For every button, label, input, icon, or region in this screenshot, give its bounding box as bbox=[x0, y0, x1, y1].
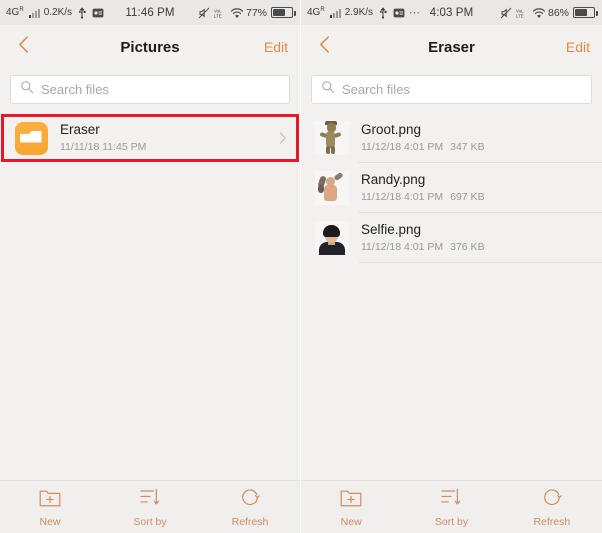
sort-by-icon bbox=[440, 487, 462, 512]
refresh-button[interactable]: Refresh bbox=[502, 487, 602, 528]
sort-by-button-label: Sort by bbox=[434, 515, 469, 528]
panel-pictures: 4G R 0.2K/s 11:46 PM VoL LTE 77% Picture… bbox=[0, 0, 301, 533]
volte-icon: VoL LTE bbox=[516, 7, 528, 19]
bottom-toolbar: New Sort by Refresh bbox=[0, 480, 300, 533]
bottom-toolbar: New Sort by Refresh bbox=[301, 480, 602, 533]
status-bar: 4G R 2.9K/s ⋯ 4:03 PM VoL LTE 86% bbox=[301, 0, 602, 25]
chevron-right-icon bbox=[274, 131, 290, 145]
svg-text:LTE: LTE bbox=[516, 13, 524, 18]
selfie-thumbnail bbox=[315, 221, 349, 255]
wifi-icon bbox=[230, 7, 244, 19]
sort-by-button-label: Sort by bbox=[133, 515, 167, 528]
panel-eraser: 4G R 2.9K/s ⋯ 4:03 PM VoL LTE 86% Eraser… bbox=[301, 0, 602, 533]
search-area: Search files bbox=[0, 69, 300, 113]
refresh-icon bbox=[239, 487, 261, 512]
status-bar-right: VoL LTE 77% bbox=[198, 0, 296, 25]
battery-icon bbox=[271, 7, 296, 18]
search-icon bbox=[20, 80, 34, 99]
file-date: 11/12/18 4:01 PM bbox=[361, 191, 444, 203]
new-button-label: New bbox=[340, 515, 362, 528]
back-button[interactable] bbox=[301, 25, 347, 69]
folder-icon bbox=[14, 121, 48, 155]
list-item-meta: Selfie.png 11/12/18 4:01 PM 376 KB bbox=[361, 222, 592, 254]
battery-icon bbox=[573, 7, 598, 18]
search-icon bbox=[321, 80, 335, 99]
list-item[interactable]: Randy.png 11/12/18 4:01 PM 697 KB bbox=[301, 163, 602, 213]
edit-button[interactable]: Edit bbox=[264, 39, 288, 55]
file-list: Groot.png 11/12/18 4:01 PM 347 KB Randy.… bbox=[301, 113, 602, 480]
row-divider bbox=[358, 262, 602, 263]
svg-text:LTE: LTE bbox=[214, 13, 222, 18]
chevron-left-icon bbox=[17, 35, 30, 59]
file-name: Randy.png bbox=[361, 172, 426, 187]
list-item-meta: Randy.png 11/12/18 4:01 PM 697 KB bbox=[361, 172, 592, 204]
file-subtitle: 11/12/18 4:01 PM 697 KB bbox=[361, 190, 592, 204]
wifi-icon bbox=[532, 7, 546, 19]
back-button[interactable] bbox=[0, 25, 46, 69]
list-item[interactable]: Eraser 11/11/18 11:45 PM bbox=[0, 113, 300, 163]
refresh-button-label: Refresh bbox=[533, 515, 571, 528]
dual-screenshot-container: 4G R 0.2K/s 11:46 PM VoL LTE 77% Picture… bbox=[0, 0, 602, 533]
mute-icon bbox=[198, 7, 210, 19]
list-item-meta: Eraser 11/11/18 11:45 PM bbox=[60, 122, 274, 154]
randy-thumbnail bbox=[315, 171, 349, 205]
new-button-label: New bbox=[39, 515, 61, 528]
search-placeholder: Search files bbox=[342, 82, 410, 97]
refresh-icon bbox=[541, 487, 563, 512]
new-button[interactable]: New bbox=[0, 487, 100, 528]
status-bar-right: VoL LTE 86% bbox=[500, 0, 598, 25]
file-size: 697 KB bbox=[450, 191, 485, 203]
nav-bar: Eraser Edit bbox=[301, 25, 602, 69]
file-size: 347 KB bbox=[450, 141, 485, 153]
battery-percent-label: 77% bbox=[245, 6, 267, 19]
groot-thumbnail bbox=[315, 121, 349, 155]
sort-by-button[interactable]: Sort by bbox=[401, 487, 501, 528]
refresh-button[interactable]: Refresh bbox=[200, 487, 300, 528]
edit-button[interactable]: Edit bbox=[566, 39, 590, 55]
chevron-left-icon bbox=[318, 35, 331, 59]
search-input[interactable]: Search files bbox=[10, 75, 290, 104]
list-item-meta: Groot.png 11/12/18 4:01 PM 347 KB bbox=[361, 122, 592, 154]
new-folder-icon bbox=[39, 487, 61, 512]
search-area: Search files bbox=[301, 69, 602, 113]
file-date: 11/12/18 4:01 PM bbox=[361, 241, 444, 253]
list-item[interactable]: Selfie.png 11/12/18 4:01 PM 376 KB bbox=[301, 213, 602, 263]
sort-by-button[interactable]: Sort by bbox=[100, 487, 200, 528]
mute-icon bbox=[500, 7, 512, 19]
file-subtitle: 11/12/18 4:01 PM 347 KB bbox=[361, 140, 592, 154]
list-item[interactable]: Groot.png 11/12/18 4:01 PM 347 KB bbox=[301, 113, 602, 163]
nav-bar: Pictures Edit bbox=[0, 25, 300, 69]
file-name: Eraser bbox=[60, 122, 100, 137]
battery-percent-label: 86% bbox=[547, 6, 569, 19]
file-name: Selfie.png bbox=[361, 222, 422, 237]
new-folder-icon bbox=[340, 487, 362, 512]
file-date: 11/12/18 4:01 PM bbox=[361, 141, 444, 153]
file-size: 376 KB bbox=[450, 241, 485, 253]
file-date: 11/11/18 11:45 PM bbox=[60, 141, 147, 153]
status-bar: 4G R 0.2K/s 11:46 PM VoL LTE 77% bbox=[0, 0, 300, 25]
search-placeholder: Search files bbox=[41, 82, 109, 97]
refresh-button-label: Refresh bbox=[231, 515, 269, 528]
file-subtitle: 11/12/18 4:01 PM 376 KB bbox=[361, 240, 592, 254]
sort-by-icon bbox=[139, 487, 161, 512]
file-list: Eraser 11/11/18 11:45 PM bbox=[0, 113, 300, 480]
file-subtitle: 11/11/18 11:45 PM bbox=[60, 140, 274, 154]
highlighted-row-container: Eraser 11/11/18 11:45 PM bbox=[0, 113, 300, 163]
file-name: Groot.png bbox=[361, 122, 422, 137]
search-input[interactable]: Search files bbox=[311, 75, 592, 104]
new-button[interactable]: New bbox=[301, 487, 401, 528]
volte-icon: VoL LTE bbox=[214, 7, 226, 19]
